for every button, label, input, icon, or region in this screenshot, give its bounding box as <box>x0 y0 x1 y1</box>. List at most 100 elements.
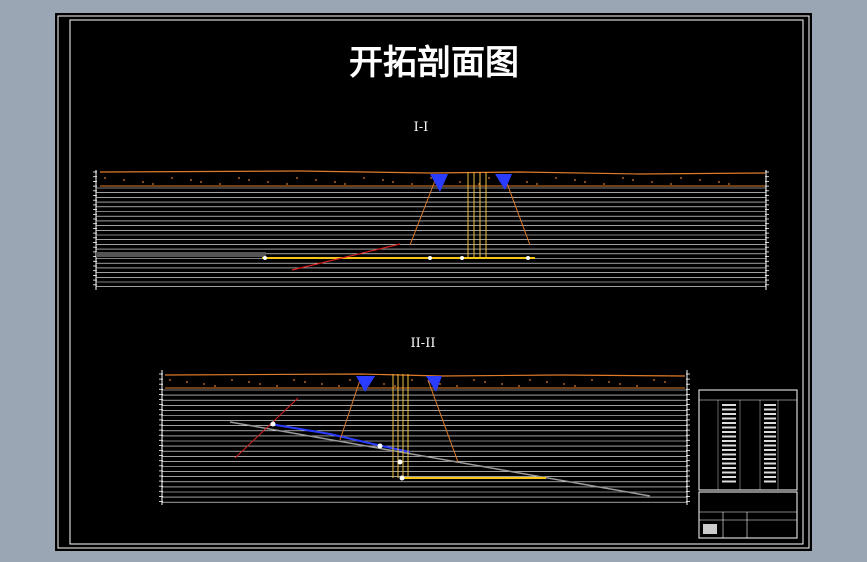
junction-point <box>399 475 405 481</box>
legend-rock-pattern <box>764 449 776 451</box>
topsoil-mark <box>152 183 154 185</box>
section-2-label: II-II <box>411 336 436 351</box>
topsoil-mark <box>382 179 384 181</box>
topsoil-mark <box>718 181 720 183</box>
topsoil-mark <box>529 379 531 381</box>
topsoil-mark <box>555 177 557 179</box>
topsoil-mark <box>518 385 520 387</box>
topsoil-mark <box>238 177 240 179</box>
legend-rock-pattern <box>764 440 776 442</box>
coal-seam-band <box>96 252 266 257</box>
topsoil-mark <box>488 177 490 179</box>
topsoil-mark <box>670 183 672 185</box>
topsoil-mark <box>394 385 396 387</box>
legend-rock-pattern <box>722 449 736 451</box>
legend-rock-pattern <box>722 453 736 456</box>
topsoil-mark <box>259 383 261 385</box>
topsoil-mark <box>622 177 624 179</box>
topsoil-mark <box>430 177 432 179</box>
legend-rock-pattern <box>764 471 776 474</box>
topsoil-mark <box>392 181 394 183</box>
legend-rock-pattern <box>722 440 736 442</box>
legend-rock-pattern <box>764 417 776 420</box>
topsoil-mark <box>248 381 250 383</box>
legend-rock-pattern <box>722 431 736 433</box>
topsoil-mark <box>632 179 634 181</box>
topsoil-mark <box>574 385 576 387</box>
legend-rock-pattern <box>722 462 736 465</box>
topsoil-mark <box>190 179 192 181</box>
cad-drawing-sheet: 开拓剖面图 I-I II-II <box>55 13 812 551</box>
topsoil-mark <box>651 181 653 183</box>
legend-rock-pattern <box>722 458 736 460</box>
topsoil-mark <box>728 183 730 185</box>
topsoil-mark <box>456 385 458 387</box>
topsoil-mark <box>344 183 346 185</box>
topsoil-mark <box>439 383 441 385</box>
legend-rock-pattern <box>764 444 776 447</box>
topsoil-mark <box>304 381 306 383</box>
topsoil-mark <box>296 177 298 179</box>
topsoil-mark <box>459 181 461 183</box>
topsoil-mark <box>636 385 638 387</box>
drawing-title: 开拓剖面图 <box>349 43 519 83</box>
junction-point <box>263 256 267 260</box>
topsoil-mark <box>653 379 655 381</box>
legend-rock-pattern <box>764 458 776 460</box>
topsoil-mark <box>203 383 205 385</box>
legend-rock-pattern <box>764 408 776 411</box>
topsoil-mark <box>104 177 106 179</box>
legend-rock-pattern <box>764 426 776 429</box>
legend-rock-pattern <box>722 435 736 438</box>
topsoil-mark <box>546 381 548 383</box>
junction-point <box>460 256 464 260</box>
topsoil-mark <box>171 177 173 179</box>
legend-rock-pattern <box>764 413 776 415</box>
legend-rock-pattern <box>764 422 776 424</box>
topsoil-mark <box>501 383 503 385</box>
legend-rock-pattern <box>764 467 776 469</box>
topsoil-mark <box>214 385 216 387</box>
legend-rock-pattern <box>722 417 736 420</box>
topsoil-mark <box>315 179 317 181</box>
legend-rock-pattern <box>722 444 736 447</box>
legend-rock-pattern <box>722 476 736 478</box>
topsoil-mark <box>484 381 486 383</box>
junction-point <box>397 459 403 465</box>
legend-rock-pattern <box>764 462 776 465</box>
topsoil-mark <box>473 379 475 381</box>
topsoil-mark <box>584 181 586 183</box>
topsoil-mark <box>363 177 365 179</box>
topsoil-mark <box>536 183 538 185</box>
topsoil-mark <box>383 383 385 385</box>
legend-rock-pattern <box>722 404 736 406</box>
topsoil-mark <box>321 383 323 385</box>
topsoil-mark <box>142 181 144 183</box>
topsoil-mark <box>563 383 565 385</box>
topsoil-mark <box>411 379 413 381</box>
topsoil-mark <box>334 181 336 183</box>
topsoil-mark <box>699 179 701 181</box>
junction-point <box>526 256 530 260</box>
topsoil-mark <box>411 183 413 185</box>
topsoil-mark <box>608 381 610 383</box>
legend-rock-pattern <box>764 476 776 478</box>
junction-point <box>377 443 383 449</box>
topsoil-mark <box>286 183 288 185</box>
legend-rock-pattern <box>764 404 776 406</box>
topsoil-mark <box>276 385 278 387</box>
topsoil-mark <box>619 383 621 385</box>
topsoil-mark <box>603 183 605 185</box>
topsoil-mark <box>186 381 188 383</box>
legend-rock-pattern <box>722 422 736 424</box>
topsoil-mark <box>591 379 593 381</box>
section-1-label: I-I <box>414 120 429 135</box>
legend-rock-pattern <box>764 435 776 438</box>
topsoil-mark <box>293 379 295 381</box>
topsoil-mark <box>169 379 171 381</box>
topsoil-mark <box>664 381 666 383</box>
topsoil-mark <box>349 379 351 381</box>
topsoil-mark <box>231 379 233 381</box>
legend-rock-pattern <box>722 413 736 415</box>
legend-rock-pattern <box>764 453 776 456</box>
